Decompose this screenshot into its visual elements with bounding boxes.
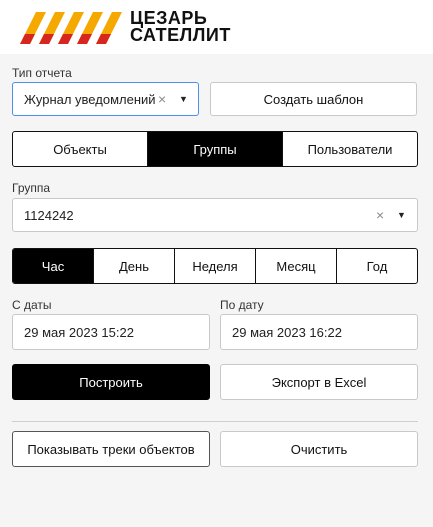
group-select[interactable]: 1124242 × ▼ bbox=[12, 198, 418, 232]
tab-year[interactable]: Год bbox=[336, 249, 417, 283]
logo-stripe-accent bbox=[58, 34, 73, 44]
date-from-field[interactable]: 29 мая 2023 15:22 bbox=[12, 314, 210, 350]
brand-name-line2: САТЕЛЛИТ bbox=[130, 25, 231, 45]
logo-stripe-accent bbox=[96, 34, 111, 44]
tab-objects[interactable]: Объекты bbox=[13, 132, 147, 166]
clear-icon[interactable]: × bbox=[376, 199, 384, 231]
tab-hour[interactable]: Час bbox=[13, 249, 93, 283]
tab-week[interactable]: Неделя bbox=[174, 249, 255, 283]
date-from-label: С даты bbox=[12, 298, 52, 312]
brand-logo-icon bbox=[20, 12, 122, 44]
date-to-label: По дату bbox=[220, 298, 264, 312]
group-label: Группа bbox=[12, 181, 51, 195]
chevron-down-icon[interactable]: ▼ bbox=[397, 199, 406, 231]
period-tabs: Час День Неделя Месяц Год bbox=[12, 248, 418, 284]
build-button[interactable]: Построить bbox=[12, 364, 210, 400]
report-type-select[interactable]: Журнал уведомлений × ▼ bbox=[12, 82, 199, 116]
report-type-label: Тип отчета bbox=[12, 66, 72, 80]
tab-month[interactable]: Месяц bbox=[255, 249, 336, 283]
logo-stripe-accent bbox=[20, 34, 35, 44]
date-to-value: 29 мая 2023 16:22 bbox=[232, 324, 342, 340]
tab-groups[interactable]: Группы bbox=[147, 132, 282, 166]
create-template-button[interactable]: Создать шаблон bbox=[210, 82, 417, 116]
app-header: ЦЕЗАРЬ САТЕЛЛИТ bbox=[0, 0, 433, 54]
logo-stripe-accent bbox=[39, 34, 54, 44]
show-tracks-button[interactable]: Показывать треки объектов bbox=[12, 431, 210, 467]
chevron-down-icon[interactable]: ▼ bbox=[179, 83, 188, 115]
entity-tabs: Объекты Группы Пользователи bbox=[12, 131, 418, 167]
date-to-field[interactable]: 29 мая 2023 16:22 bbox=[220, 314, 418, 350]
tab-users[interactable]: Пользователи bbox=[282, 132, 417, 166]
group-value: 1124242 bbox=[24, 207, 74, 223]
tab-day[interactable]: День bbox=[93, 249, 174, 283]
clear-button[interactable]: Очистить bbox=[220, 431, 418, 467]
report-type-value: Журнал уведомлений bbox=[24, 91, 156, 107]
brand-name: ЦЕЗАРЬ САТЕЛЛИТ bbox=[130, 9, 231, 45]
export-excel-button[interactable]: Экспорт в Excel bbox=[220, 364, 418, 400]
date-from-value: 29 мая 2023 15:22 bbox=[24, 324, 134, 340]
divider bbox=[12, 421, 418, 422]
clear-icon[interactable]: × bbox=[158, 83, 166, 115]
logo-stripe-accent bbox=[77, 34, 92, 44]
